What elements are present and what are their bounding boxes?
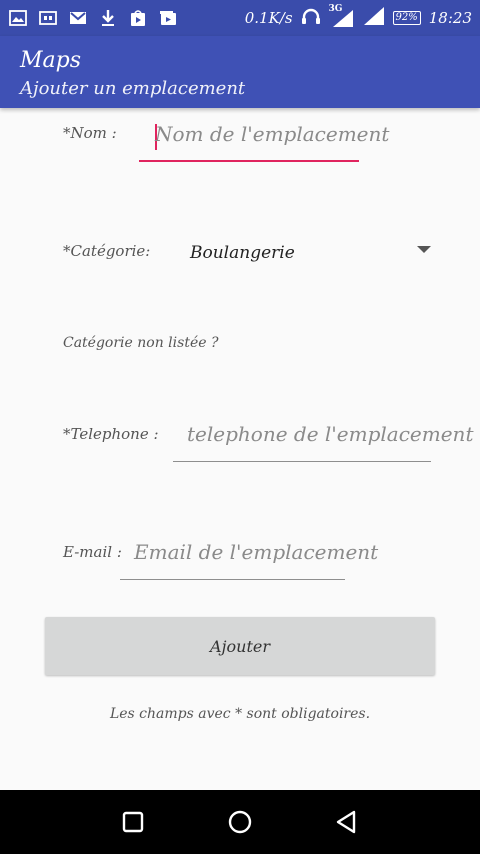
category-selected: Boulangerie — [190, 243, 295, 263]
download-icon — [98, 8, 118, 28]
gallery-icon — [158, 8, 178, 28]
recents-button[interactable] — [113, 802, 153, 842]
app-bar: Maps Ajouter un emplacement — [0, 36, 480, 108]
name-underline — [139, 160, 359, 162]
network-speed: 0.1K/s — [244, 9, 293, 27]
headphones-icon — [301, 7, 321, 29]
category-unlisted-link[interactable]: Catégorie non listée ? — [63, 335, 218, 351]
app-title: Maps — [20, 48, 82, 73]
add-button-label: Ajouter — [210, 636, 270, 656]
phone-label: *Telephone : — [63, 425, 159, 443]
back-button[interactable] — [327, 802, 367, 842]
email-label: E-mail : — [63, 543, 122, 561]
battery-icon: 92% — [392, 11, 421, 25]
status-right: 0.1K/s 3G 92% 18:23 — [244, 4, 472, 30]
email-placeholder: Email de l'emplacement — [134, 540, 379, 564]
email-field[interactable]: Email de l'emplacement — [120, 536, 378, 580]
clock: 18:23 — [428, 9, 472, 27]
gmail-icon — [68, 8, 88, 28]
navigation-bar — [0, 790, 480, 854]
notification-icons — [8, 8, 178, 28]
signal-icon: 3G — [329, 4, 355, 28]
home-button[interactable] — [220, 802, 260, 842]
name-field[interactable]: Nom de l'emplacement — [139, 118, 389, 162]
recents-icon — [123, 811, 144, 833]
phone-underline — [173, 461, 431, 462]
dropdown-arrow-icon[interactable] — [417, 246, 431, 253]
phone-field[interactable]: telephone de l'emplacement — [173, 418, 473, 462]
home-icon — [228, 810, 252, 834]
add-location-button[interactable]: Ajouter — [45, 617, 435, 675]
cast-icon — [38, 8, 58, 28]
page-subtitle: Ajouter un emplacement — [20, 78, 246, 99]
image-icon — [8, 8, 28, 28]
category-label: *Catégorie: — [63, 242, 151, 260]
status-bar: 0.1K/s 3G 92% 18:23 — [0, 0, 480, 36]
email-underline — [120, 579, 345, 580]
required-fields-note: Les champs avec * sont obligatoires. — [109, 706, 371, 722]
phone-placeholder: telephone de l'emplacement — [187, 422, 474, 446]
name-placeholder: Nom de l'emplacement — [155, 122, 390, 146]
signal-icon-2 — [363, 6, 385, 30]
back-icon — [336, 810, 355, 834]
store-icon — [128, 8, 148, 28]
name-label: *Nom : — [63, 124, 117, 142]
